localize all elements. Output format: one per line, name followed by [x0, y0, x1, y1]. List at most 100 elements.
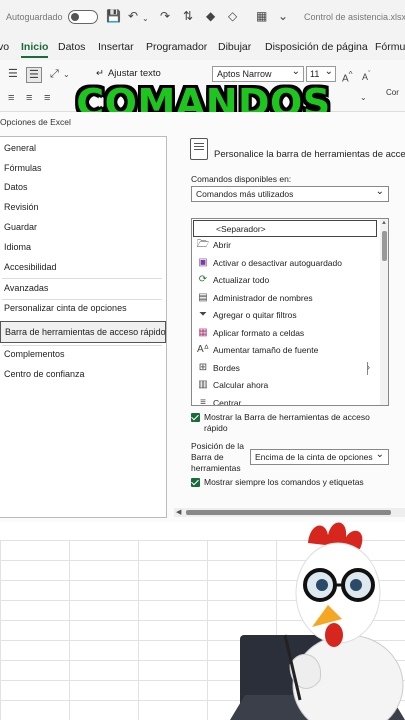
commands-from-select[interactable]: Comandos más utilizados — [191, 186, 389, 202]
command-label: Aumentar tamaño de fuente — [213, 345, 319, 355]
borders-icon: ⊞ — [198, 361, 208, 373]
name-manager-icon: ▤ — [198, 291, 208, 303]
position-label: Posición de la Barra de herramientas — [191, 441, 244, 473]
undo-icon[interactable]: ↶ — [128, 9, 138, 23]
quick-access-toolbar-icon — [190, 138, 208, 160]
font-color-dropdown-icon[interactable]: ⌄ — [360, 92, 367, 104]
grid-icon[interactable]: ▦ — [256, 9, 267, 23]
scroll-thumb[interactable] — [382, 231, 387, 261]
scroll-up-icon[interactable]: ▲ — [381, 220, 387, 226]
command-label: Actualizar todo — [213, 275, 270, 285]
more-commands-icon[interactable]: ⌄ — [278, 9, 288, 23]
show-qat-checkbox[interactable] — [191, 413, 200, 422]
nav-item-avanzadas[interactable]: Avanzadas — [4, 283, 48, 293]
font-size-up-icon: Aᐞ — [196, 344, 210, 355]
command-label: Administrador de nombres — [213, 292, 313, 303]
show-qat-label: Mostrar la Barra de herramientas de acce… — [204, 412, 370, 433]
list-item[interactable]: ⏷ Agregar o quitar filtros — [192, 307, 378, 324]
position-select[interactable]: Encima de la cinta de opciones — [250, 449, 389, 465]
always-show-label: Mostrar siempre los comandos y etiquetas — [204, 477, 364, 487]
sort-icon[interactable]: ⇅ — [183, 9, 193, 23]
nav-item-revision[interactable]: Revisión — [4, 202, 39, 212]
command-label: Activar o desactivar autoguardado — [213, 257, 342, 268]
calculator-icon: ▥ — [198, 379, 208, 390]
chicken-mascot-illustration — [230, 522, 405, 720]
options-nav: General Fórmulas Datos Revisión Guardar … — [0, 136, 167, 518]
align-left-icon[interactable]: ☰ — [8, 68, 18, 80]
dialog-title: Opciones de Excel — [0, 117, 71, 127]
list-item[interactable]: ▥ Calcular ahora — [192, 377, 378, 394]
undo-dropdown-icon[interactable]: ⌄ — [142, 12, 149, 26]
align-text-right-icon[interactable]: ≡ — [44, 92, 50, 104]
nav-item-idioma[interactable]: Idioma — [4, 242, 31, 252]
center-icon: ≡ — [200, 396, 206, 406]
always-show-checkbox[interactable] — [191, 478, 200, 487]
nav-item-complementos[interactable]: Complementos — [4, 349, 65, 359]
chicken-eye-right — [350, 579, 362, 591]
list-item[interactable]: ⟳ Actualizar todo — [192, 272, 378, 289]
menu-item-formulas[interactable]: Fórmul — [375, 41, 405, 53]
clear-format-icon[interactable]: ◇ — [228, 9, 237, 23]
command-label: Abrir — [213, 240, 231, 250]
menu-item-disposicion[interactable]: Disposición de página — [265, 41, 368, 53]
menu-item-programador[interactable]: Programador — [146, 41, 207, 53]
command-label: Centrar — [213, 397, 242, 406]
nav-item-barra-acceso-rapido[interactable]: Barra de herramientas de acceso rápido — [0, 321, 166, 343]
list-item[interactable]: ▣ Activar o desactivar autoguardado — [192, 255, 378, 272]
decrease-font-icon[interactable]: Aˇ — [362, 68, 371, 83]
commands-scrollbar[interactable]: ▲ — [380, 219, 388, 405]
menu-item-dibujar[interactable]: Dibujar — [218, 41, 251, 53]
chicken-wattle — [325, 623, 343, 647]
command-label: Calcular ahora — [213, 380, 269, 390]
redo-icon[interactable]: ↷ — [160, 9, 170, 23]
align-text-left-icon[interactable]: ≡ — [8, 92, 14, 104]
command-label: Agregar o quitar filtros — [213, 310, 297, 320]
nav-item-personalizar-cinta[interactable]: Personalizar cinta de opciones — [4, 303, 127, 313]
open-folder-icon: 🗁 — [196, 239, 210, 250]
refresh-all-icon: ⟳ — [198, 274, 208, 285]
nav-item-datos[interactable]: Datos — [4, 182, 28, 192]
orientation-icon[interactable]: ⤢ — [50, 68, 59, 80]
submenu-arrow-icon: › — [367, 361, 370, 372]
fill-color-icon[interactable]: ◆ — [206, 9, 215, 23]
menu-bar: vo Inicio Datos Insertar Programador Dib… — [0, 34, 405, 60]
autosave-label: Autoguardado — [6, 12, 63, 22]
nav-item-general[interactable]: General — [4, 143, 36, 153]
list-item[interactable]: ≡ Centrar — [192, 395, 378, 406]
list-item[interactable]: 🗁 Abrir — [192, 237, 378, 254]
format-cells-icon: ▦ — [198, 326, 208, 338]
nav-divider — [2, 299, 162, 300]
commands-list[interactable]: <Separador> 🗁 Abrir ▣ Activar o desactiv… — [191, 218, 389, 406]
filter-icon: ⏷ — [199, 309, 207, 320]
command-label: <Separador> — [216, 224, 266, 234]
list-item[interactable]: ▦ Aplicar formato a celdas — [192, 325, 378, 342]
commands-from-label: Comandos disponibles en: — [191, 174, 292, 184]
qat-heading: Personalice la barra de herramientas de … — [214, 149, 405, 160]
autosave-toggle[interactable] — [68, 10, 98, 24]
list-item[interactable]: ⊞ Bordes › — [192, 360, 378, 377]
menu-item-inicio[interactable]: Inicio — [21, 41, 49, 58]
nav-divider — [2, 278, 162, 279]
menu-item-insertar[interactable]: Insertar — [98, 41, 134, 53]
nav-item-formulas[interactable]: Fórmulas — [4, 163, 42, 173]
menu-item-datos[interactable]: Datos — [58, 41, 85, 53]
increase-font-icon[interactable]: A^ — [342, 68, 353, 85]
command-label: Aplicar formato a celdas — [213, 327, 305, 338]
align-text-center-icon[interactable]: ≡ — [26, 92, 32, 104]
align-middle-icon[interactable]: ☰ — [26, 67, 42, 83]
scroll-left-icon[interactable]: ◀ — [176, 508, 181, 516]
list-item[interactable]: Aᐞ Aumentar tamaño de fuente — [192, 342, 378, 359]
nav-item-accesibilidad[interactable]: Accesibilidad — [4, 262, 57, 272]
list-item[interactable]: <Separador> — [193, 220, 377, 237]
excel-options-dialog: Opciones de Excel General Fórmulas Datos… — [0, 112, 405, 522]
nav-divider — [2, 345, 162, 346]
command-label: Bordes — [213, 362, 240, 373]
menu-item-archivo[interactable]: vo — [0, 41, 9, 53]
nav-item-centro-confianza[interactable]: Centro de confianza — [4, 369, 85, 379]
title-bar: Autoguardado 💾 ↶ ⌄ ↷ ⇅ ◆ ◇ ▦ ⌄ Control d… — [0, 0, 405, 34]
save-icon[interactable]: 💾 — [106, 9, 121, 23]
ribbon-side-label: Cor — [386, 88, 399, 97]
nav-item-guardar[interactable]: Guardar — [4, 222, 37, 232]
list-item[interactable]: ▤ Administrador de nombres — [192, 290, 378, 307]
chicken-eye-left — [316, 579, 328, 591]
